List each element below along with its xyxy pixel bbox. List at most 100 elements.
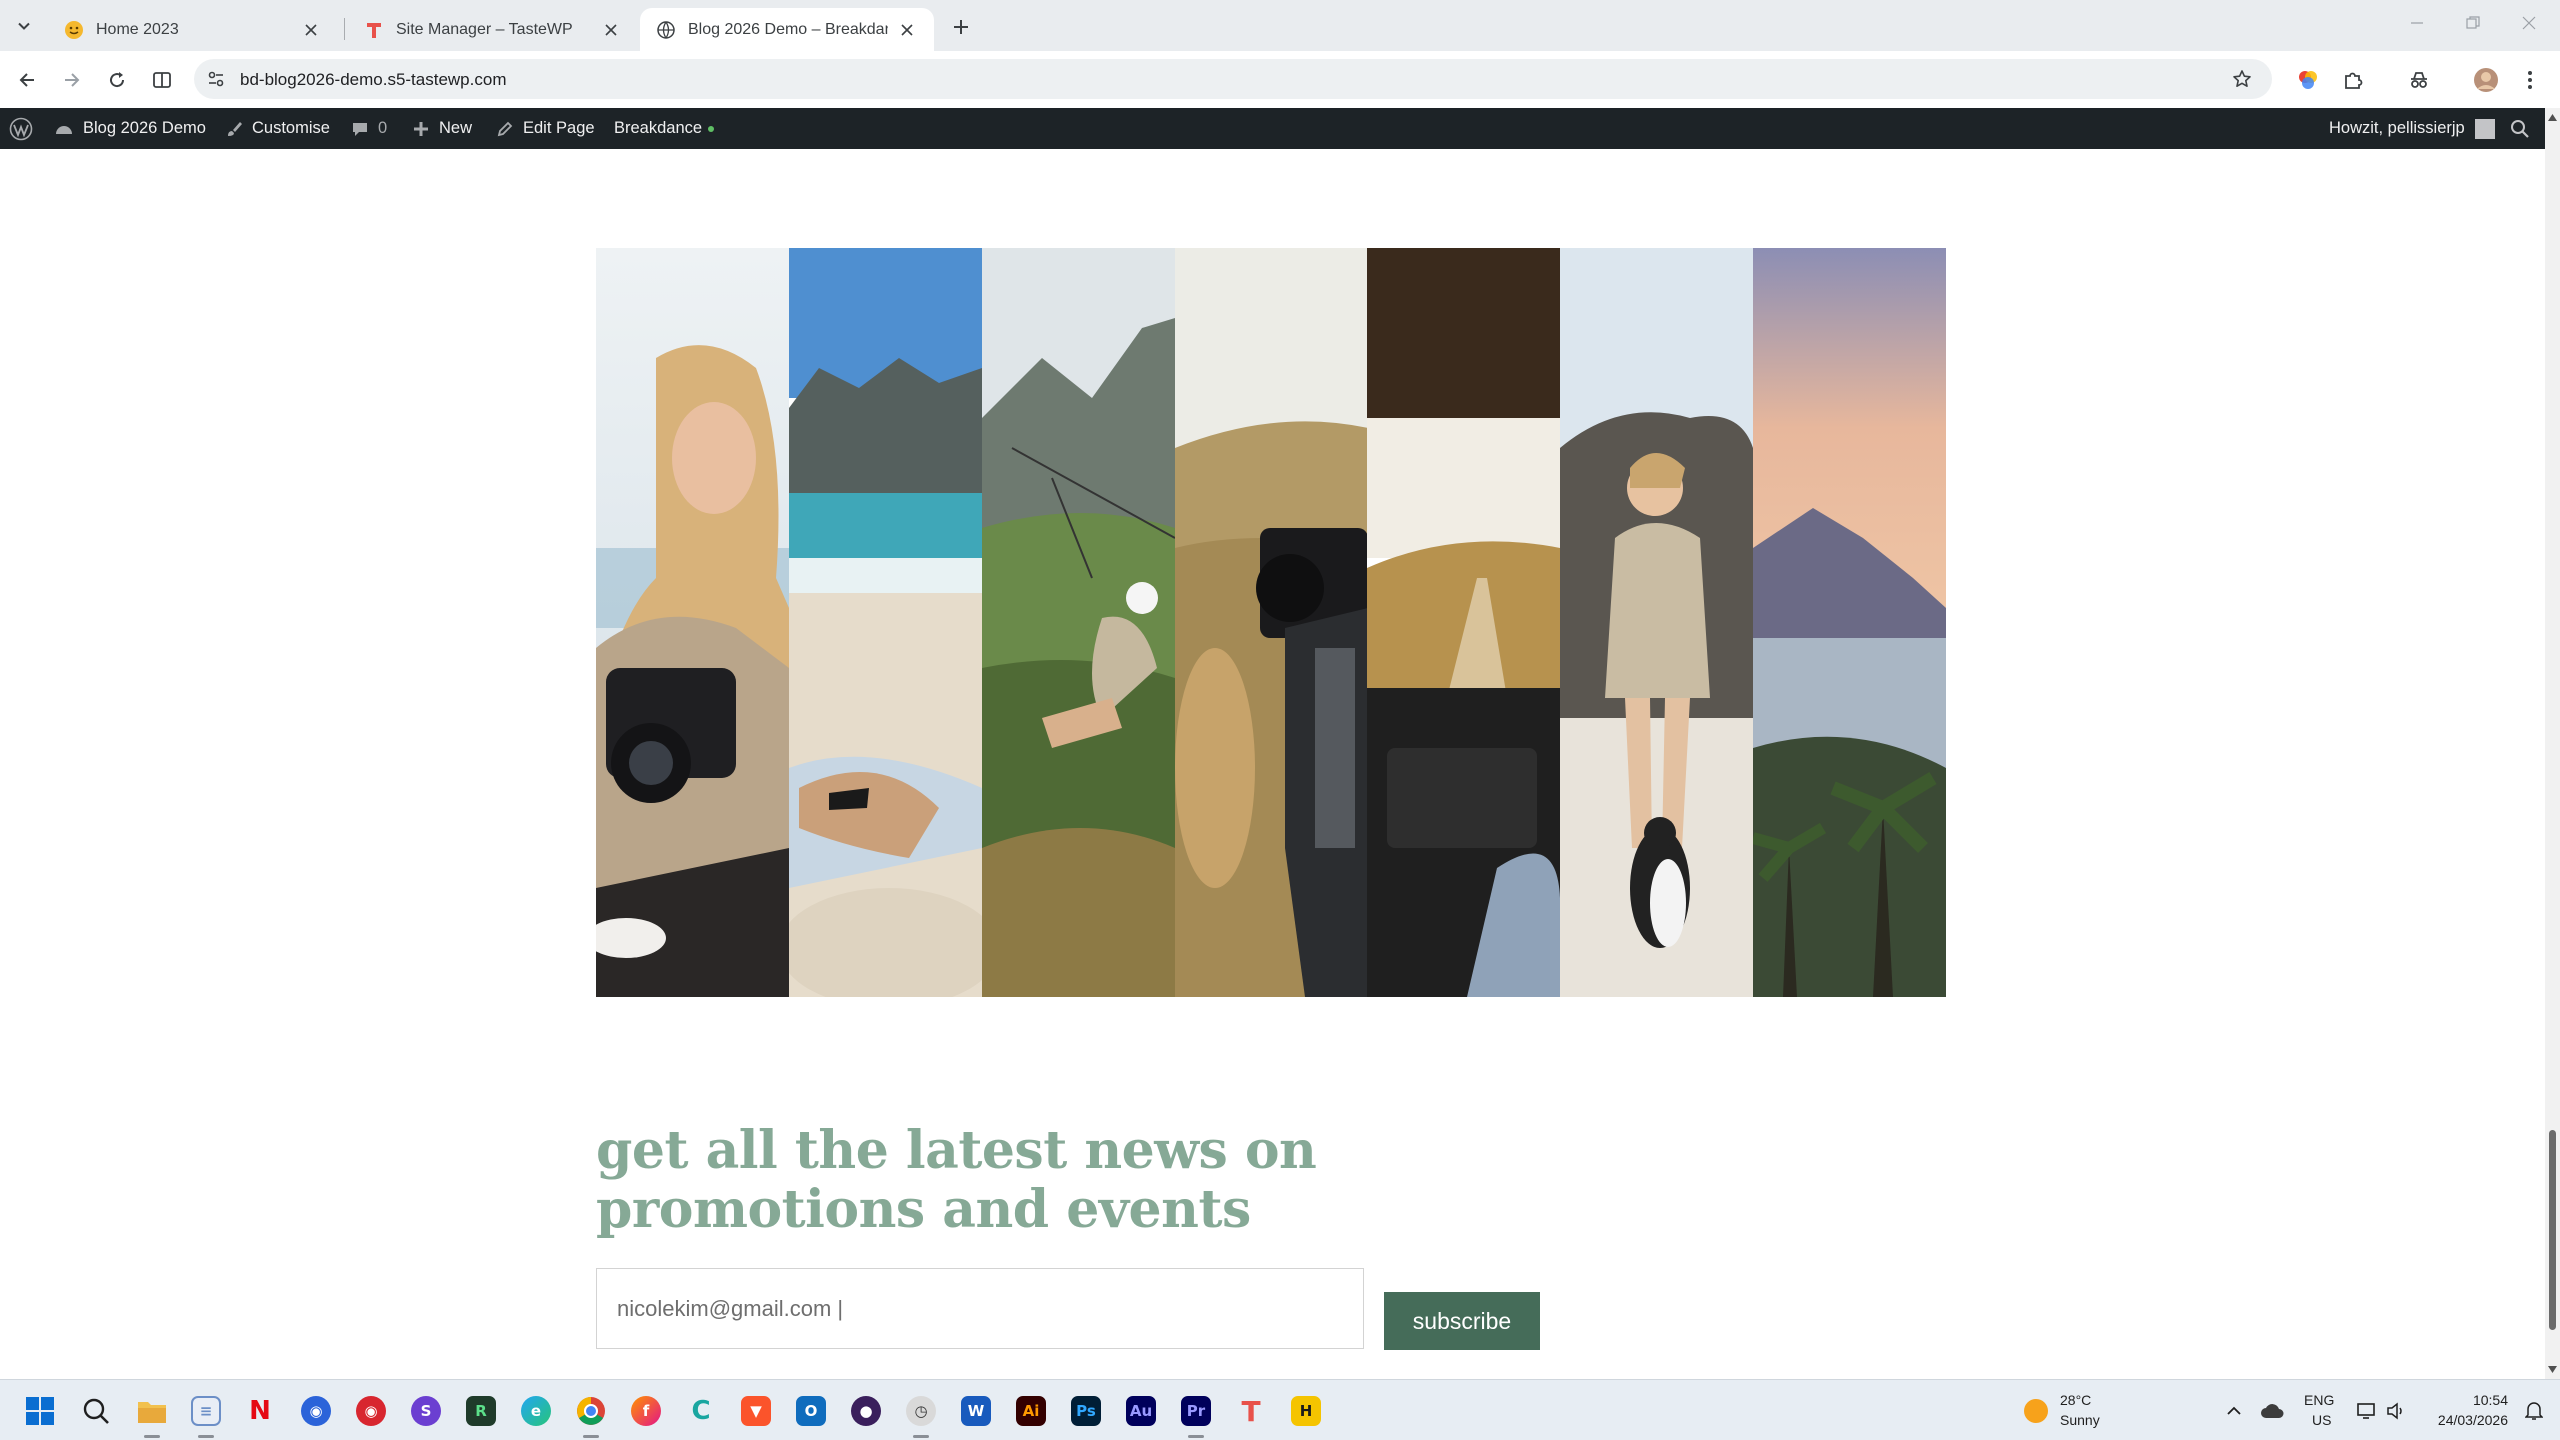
- taskbar-search-icon[interactable]: [78, 1393, 114, 1429]
- volume-speaker-icon[interactable]: [2378, 1393, 2414, 1429]
- restore-icon: [2466, 16, 2480, 29]
- wordpress-logo-icon[interactable]: [9, 108, 42, 149]
- file-explorer-icon[interactable]: [134, 1393, 170, 1429]
- pencil-icon: [497, 121, 513, 136]
- photo-woman-with-penguin: [1560, 248, 1754, 997]
- scrollbar-thumb[interactable]: [2549, 1130, 2556, 1330]
- url-text: bd-blog2026-demo.s5-tastewp.com: [240, 70, 507, 89]
- app-purple-s-icon[interactable]: S: [408, 1393, 444, 1429]
- extension-colorful-icon[interactable]: [2293, 65, 2323, 95]
- heading-line-2: promotions and events: [596, 1179, 1251, 1240]
- menu-kebab-icon[interactable]: [2515, 65, 2545, 95]
- start-windows-icon[interactable]: [22, 1393, 58, 1429]
- chevron-up-icon[interactable]: [2216, 1393, 2252, 1429]
- running-indicator: [198, 1435, 214, 1438]
- split-view-button[interactable]: [146, 64, 178, 96]
- reload-button[interactable]: [101, 64, 133, 96]
- admin-bar-customise[interactable]: Customise: [225, 108, 330, 149]
- new-tab-button[interactable]: [946, 12, 976, 42]
- customise-label: Customise: [252, 119, 330, 137]
- scroll-down-arrow-icon[interactable]: [2548, 1366, 2557, 1373]
- forward-button[interactable]: [56, 64, 88, 96]
- premiere-icon[interactable]: Pr: [1178, 1393, 1214, 1429]
- globe-icon: [656, 20, 676, 40]
- close-icon[interactable]: [300, 19, 322, 41]
- status-dot-icon: [708, 125, 715, 132]
- app-purple-camera-icon[interactable]: ●: [848, 1393, 884, 1429]
- scroll-up-arrow-icon[interactable]: [2548, 114, 2557, 121]
- clock-date[interactable]: 24/03/2026: [2426, 1412, 2508, 1428]
- admin-bar-edit-page[interactable]: Edit Page: [496, 108, 595, 149]
- chrome-browser-icon[interactable]: [573, 1393, 609, 1429]
- tab-blog-2026[interactable]: Blog 2026 Demo – Breakdance: [640, 8, 934, 51]
- incognito-icon[interactable]: [2404, 65, 2434, 95]
- onedrive-cloud-icon[interactable]: [2254, 1393, 2290, 1429]
- tab-site-manager[interactable]: Site Manager – TasteWP: [348, 8, 638, 51]
- running-indicator: [583, 1435, 599, 1438]
- page-viewport: get all the latest news on promotions an…: [0, 149, 2545, 1379]
- plus-icon: [414, 121, 428, 136]
- photo-collage: [596, 248, 1947, 997]
- tastewp-app-icon[interactable]: T: [1233, 1393, 1269, 1429]
- tab-home-2023[interactable]: Home 2023: [48, 8, 338, 51]
- notepad-app-icon[interactable]: ≡: [188, 1393, 224, 1429]
- page-scrollbar[interactable]: [2545, 108, 2560, 1379]
- photo-woman-with-camera: [596, 248, 789, 997]
- edge-browser-icon[interactable]: e: [518, 1393, 554, 1429]
- admin-bar-comments[interactable]: 0: [351, 108, 387, 149]
- arrow-right-icon: [65, 73, 80, 87]
- app-teal-wave-icon[interactable]: C: [683, 1393, 719, 1429]
- minimize-button[interactable]: [2402, 8, 2432, 38]
- dashboard-gauge-icon: [56, 125, 72, 134]
- split-view-icon: [153, 72, 171, 88]
- bookmark-star-icon[interactable]: [2230, 67, 2254, 91]
- netflix-icon[interactable]: N: [242, 1393, 278, 1429]
- close-icon[interactable]: [896, 19, 918, 41]
- admin-bar-new[interactable]: New: [412, 108, 472, 149]
- subscribe-button[interactable]: subscribe: [1384, 1292, 1540, 1350]
- search-icon: [2511, 119, 2529, 138]
- admin-bar-account[interactable]: Howzit, pellissierjp: [2329, 108, 2495, 149]
- language-indicator[interactable]: ENG: [2304, 1392, 2334, 1408]
- keyboard-layout[interactable]: US: [2312, 1412, 2331, 1428]
- weather-description: Sunny: [2060, 1412, 2100, 1428]
- reload-icon: [110, 72, 125, 88]
- app-yellow-h-icon[interactable]: H: [1288, 1393, 1324, 1429]
- tab-title: Blog 2026 Demo – Breakdance: [688, 20, 888, 38]
- arrow-left-icon: [19, 73, 34, 87]
- comments-count: 0: [378, 119, 388, 137]
- running-indicator: [144, 1435, 160, 1438]
- tab-separator: [344, 18, 345, 40]
- word-icon[interactable]: W: [958, 1393, 994, 1429]
- close-icon[interactable]: [600, 19, 622, 41]
- browser-tabstrip: Home 2023 Site Manager – TasteWP Blog 20…: [0, 0, 2560, 51]
- illustrator-icon[interactable]: Ai: [1013, 1393, 1049, 1429]
- brave-browser-icon[interactable]: ▼: [738, 1393, 774, 1429]
- weather-sun-icon[interactable]: [2018, 1393, 2054, 1429]
- admin-bar-site-name[interactable]: Blog 2026 Demo: [54, 108, 206, 149]
- app-blue-circle-icon[interactable]: ◉: [298, 1393, 334, 1429]
- firefox-browser-icon[interactable]: f: [628, 1393, 664, 1429]
- address-bar[interactable]: bd-blog2026-demo.s5-tastewp.com: [194, 59, 2272, 99]
- audition-icon[interactable]: Au: [1123, 1393, 1159, 1429]
- app-dark-r-icon[interactable]: R: [463, 1393, 499, 1429]
- emoji-face-icon: [64, 20, 84, 40]
- notification-bell-icon[interactable]: [2516, 1393, 2552, 1429]
- profile-avatar[interactable]: [2471, 65, 2501, 95]
- weather-temperature: 28°C: [2060, 1392, 2092, 1408]
- clock-app-icon[interactable]: ◷: [903, 1393, 939, 1429]
- admin-bar-breakdance[interactable]: Breakdance: [614, 108, 715, 149]
- app-red-circle-icon[interactable]: ◉: [353, 1393, 389, 1429]
- site-info-icon[interactable]: [204, 67, 228, 91]
- extensions-puzzle-icon[interactable]: [2338, 65, 2368, 95]
- clock-time[interactable]: 10:54: [2460, 1392, 2508, 1408]
- admin-bar-search[interactable]: [2510, 108, 2539, 149]
- restore-button[interactable]: [2458, 8, 2488, 38]
- email-field[interactable]: [596, 1268, 1364, 1349]
- photoshop-icon[interactable]: Ps: [1068, 1393, 1104, 1429]
- outlook-icon[interactable]: O: [793, 1393, 829, 1429]
- tab-search-button[interactable]: [10, 12, 38, 40]
- running-indicator: [1188, 1435, 1204, 1438]
- back-button[interactable]: [11, 64, 43, 96]
- close-window-button[interactable]: [2514, 8, 2544, 38]
